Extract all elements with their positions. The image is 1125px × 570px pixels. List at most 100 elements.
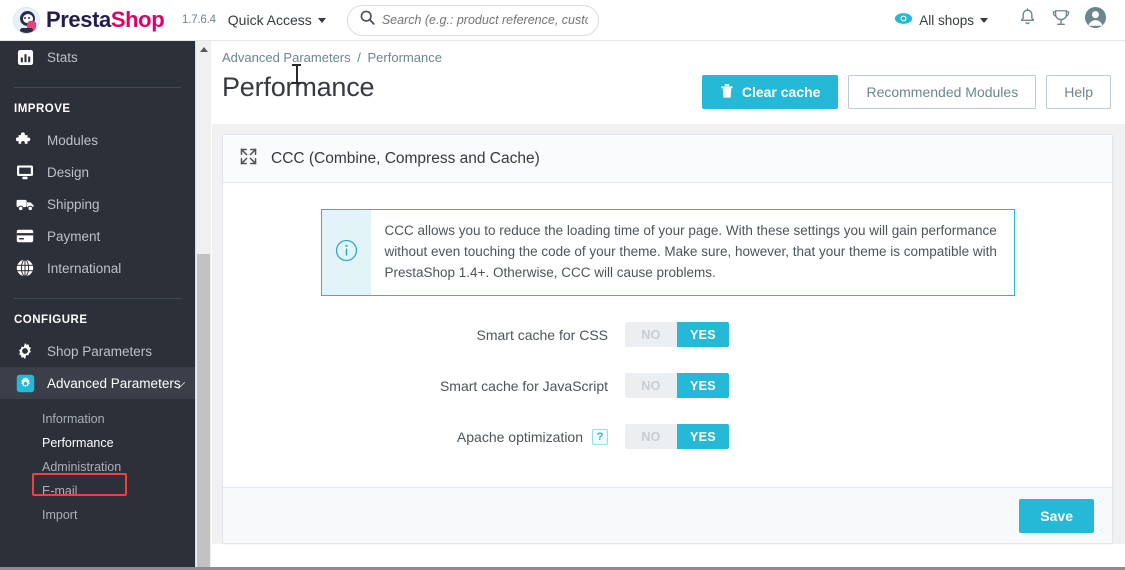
smart-cache-css-toggle[interactable]: NO YES: [625, 322, 729, 347]
stats-icon: [14, 46, 36, 68]
form-row-smart-cache-js: Smart cache for JavaScript NO YES: [253, 373, 1082, 398]
sidebar-subitem-administration[interactable]: Administration: [0, 455, 195, 479]
ccc-alert-text: CCC allows you to reduce the loading tim…: [384, 223, 997, 280]
prestashop-logo[interactable]: PrestaShop: [0, 6, 176, 34]
content-area: CCC (Combine, Compress and Cache) CCC al…: [212, 124, 1125, 544]
sidebar-section-improve: IMPROVE: [14, 103, 71, 115]
sidebar-subitem-performance[interactable]: Performance: [0, 431, 195, 455]
ccc-panel-body: CCC allows you to reduce the loading tim…: [223, 183, 1112, 487]
ccc-panel-header: CCC (Combine, Compress and Cache): [223, 135, 1112, 183]
breadcrumb-separator: /: [357, 50, 361, 65]
sidebar-item-advanced-parameters[interactable]: Advanced Parameters: [0, 367, 195, 399]
notifications-button[interactable]: [1010, 3, 1044, 37]
save-button[interactable]: Save: [1019, 498, 1094, 533]
form-row-smart-cache-css: Smart cache for CSS NO YES: [253, 322, 1082, 347]
search-box[interactable]: [346, 4, 599, 36]
sidebar-item-payment[interactable]: Payment: [0, 220, 195, 252]
ccc-panel: CCC (Combine, Compress and Cache) CCC al…: [222, 134, 1113, 544]
main-content: Advanced Parameters / Performance Perfor…: [212, 41, 1125, 570]
header-right-group: All shops: [894, 3, 1125, 37]
sidebar-item-stats[interactable]: Stats: [0, 41, 195, 73]
sidebar-item-modules[interactable]: Modules: [0, 124, 195, 156]
expand-icon[interactable]: [239, 147, 258, 171]
sidebar-subitem-information[interactable]: Information: [0, 407, 195, 431]
version-label: 1.7.6.4: [182, 14, 216, 26]
chevron-down-icon: [317, 17, 326, 23]
sidebar-item-international[interactable]: International: [0, 252, 195, 284]
trophy-icon: [1052, 8, 1070, 32]
clear-cache-button[interactable]: Clear cache: [701, 75, 839, 109]
smart-cache-js-label: Smart cache for JavaScript: [439, 377, 608, 394]
sidebar-subitem-import[interactable]: Import: [0, 503, 195, 527]
account-icon: [1084, 6, 1107, 34]
apache-optimization-toggle[interactable]: NO YES: [625, 424, 729, 449]
help-label: Help: [1064, 84, 1093, 100]
eye-icon: [894, 12, 913, 28]
smart-cache-css-label: Smart cache for CSS: [476, 326, 609, 343]
sidebar-subitem-email[interactable]: E-mail: [0, 479, 195, 503]
logo-wordmark: PrestaShop: [46, 7, 165, 33]
prestashop-mascot-icon: [13, 6, 40, 34]
page-header-row: Performance Clear cache Recommended Modu…: [212, 71, 1125, 109]
info-icon: [335, 239, 358, 267]
help-tooltip-icon[interactable]: ?: [592, 428, 608, 445]
form-row-apache-optimization: Apache optimization ? NO YES: [253, 424, 1082, 449]
gear-cyan-icon: [14, 372, 36, 394]
clear-cache-label: Clear cache: [741, 84, 821, 100]
sidebar-item-shop-parameters[interactable]: Shop Parameters: [0, 335, 195, 367]
page-title: Performance: [222, 72, 375, 102]
toggle-no-option[interactable]: NO: [625, 424, 677, 449]
toggle-yes-option[interactable]: YES: [677, 424, 729, 449]
sidebar-nav: Stats IMPROVE Modules Design Shipping Pa…: [0, 41, 195, 570]
sidebar-scrollbar[interactable]: [195, 41, 211, 570]
sidebar-item-shipping[interactable]: Shipping: [0, 188, 195, 220]
ccc-info-alert: CCC allows you to reduce the loading tim…: [320, 209, 1015, 296]
sidebar-item-label: Design: [47, 164, 90, 180]
achievements-button[interactable]: [1044, 3, 1078, 37]
breadcrumb-current: Performance: [367, 50, 442, 65]
smart-cache-css-label-wrap: Smart cache for CSS: [253, 327, 625, 343]
logo-presta-text: Presta: [46, 7, 111, 32]
truck-icon: [14, 193, 36, 215]
toggle-yes-option[interactable]: YES: [677, 322, 729, 347]
logo-shop-text: Shop: [110, 7, 165, 32]
sidebar-item-label: International: [47, 260, 122, 276]
ccc-panel-footer: Save: [223, 487, 1112, 543]
prestashop-admin-window: PrestaShop 1.7.6.4 Quick Access All shop…: [0, 0, 1125, 570]
search-input[interactable]: [381, 13, 588, 27]
page-actions: Clear cache Recommended Modules Help: [701, 71, 1111, 109]
breadcrumb-parent[interactable]: Advanced Parameters: [222, 50, 351, 65]
sidebar-item-label: Shipping: [47, 196, 100, 212]
sidebar-item-label: Payment: [47, 228, 101, 244]
chevron-down-icon: [980, 17, 988, 23]
monitor-icon: [14, 161, 36, 183]
scroll-up-arrow-icon[interactable]: [196, 41, 211, 58]
scrollbar-thumb[interactable]: [197, 254, 210, 570]
recommended-modules-label: Recommended Modules: [866, 84, 1019, 100]
gear-icon: [14, 340, 36, 362]
bell-icon: [1019, 8, 1036, 32]
toggle-no-option[interactable]: NO: [625, 322, 677, 347]
search-icon: [360, 10, 375, 30]
help-button[interactable]: Help: [1046, 75, 1111, 109]
sidebar-item-label: Modules: [47, 132, 99, 148]
quick-access-dropdown[interactable]: Quick Access: [228, 12, 326, 28]
sidebar-item-design[interactable]: Design: [0, 156, 195, 188]
toggle-yes-option[interactable]: YES: [677, 373, 729, 398]
all-shops-label: All shops: [919, 12, 974, 28]
toggle-no-option[interactable]: NO: [625, 373, 677, 398]
puzzle-icon: [14, 129, 36, 151]
quick-access-label: Quick Access: [227, 12, 312, 28]
breadcrumb: Advanced Parameters / Performance: [212, 41, 1125, 65]
smart-cache-js-toggle[interactable]: NO YES: [625, 373, 729, 398]
sidebar-item-label: Shop Parameters: [47, 343, 153, 359]
sidebar-section-configure: CONFIGURE: [14, 314, 88, 326]
apache-optimization-label-wrap: Apache optimization ?: [253, 428, 625, 445]
top-header: PrestaShop 1.7.6.4 Quick Access All shop…: [0, 0, 1125, 41]
trash-icon: [720, 83, 734, 102]
account-button[interactable]: [1078, 3, 1112, 37]
all-shops-dropdown[interactable]: All shops: [894, 12, 988, 28]
ccc-panel-title: CCC (Combine, Compress and Cache): [271, 149, 540, 167]
sidebar-item-label: Stats: [47, 49, 78, 65]
recommended-modules-button[interactable]: Recommended Modules: [848, 75, 1037, 109]
